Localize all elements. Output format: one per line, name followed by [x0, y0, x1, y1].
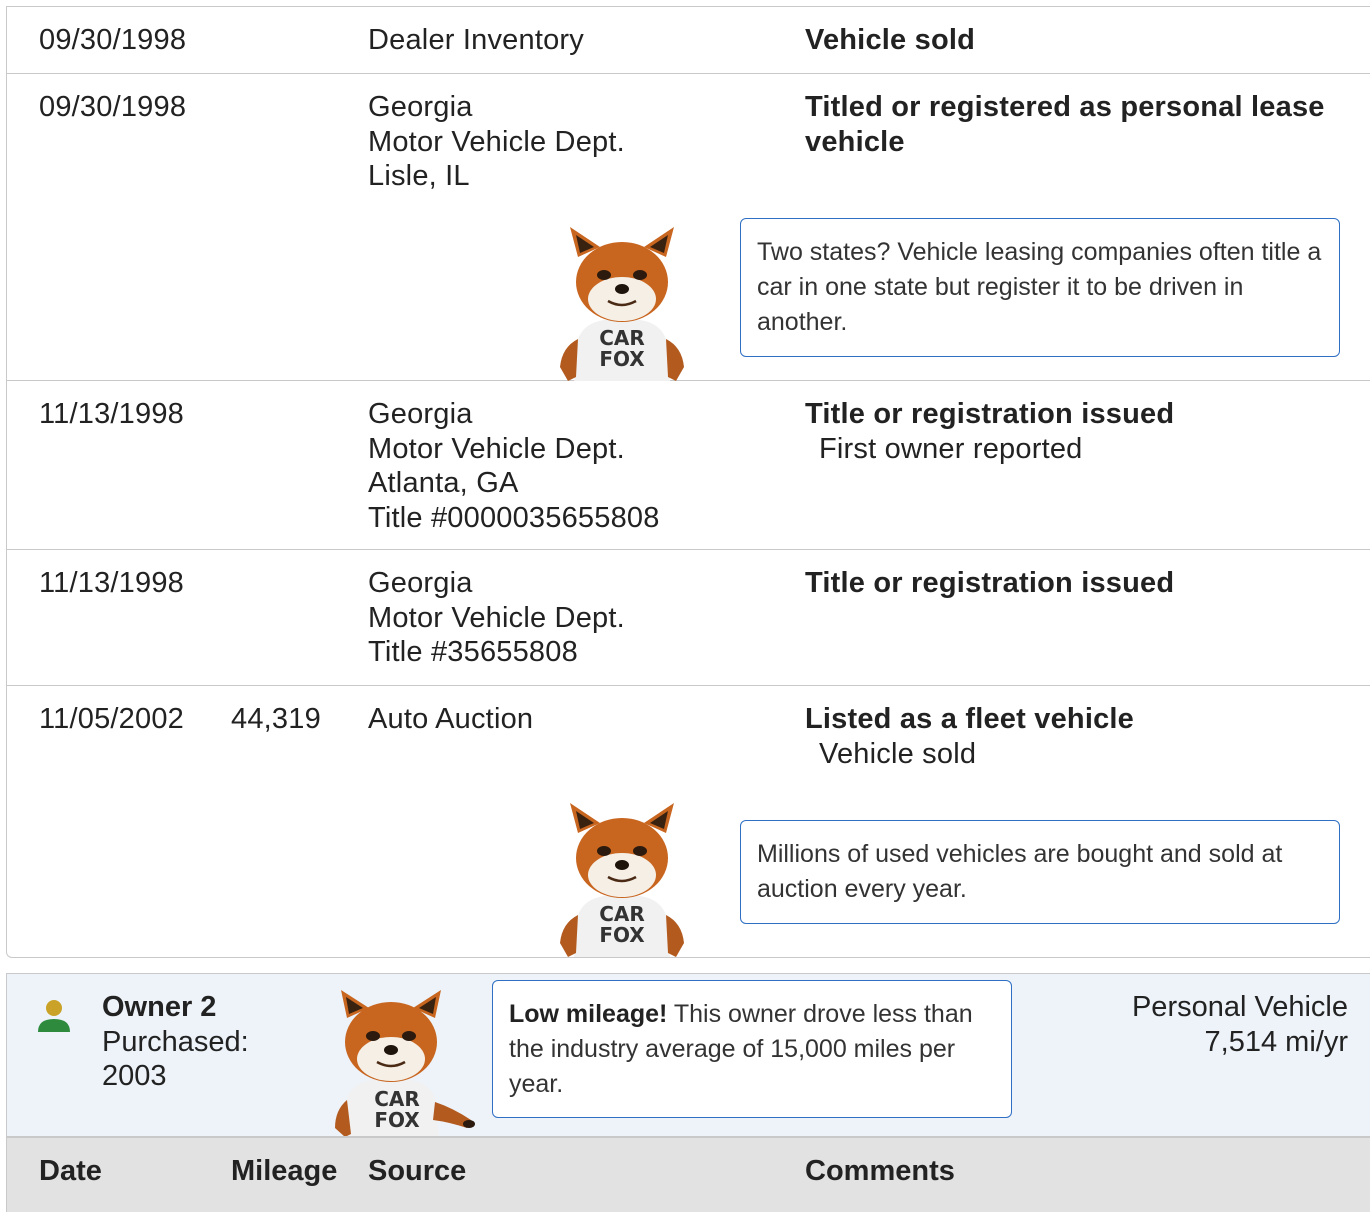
owner-title: Owner 2: [102, 991, 217, 1023]
comment-headline: Title or registration issued: [805, 398, 1175, 430]
col-header-mileage: Mileage: [231, 1155, 338, 1187]
comment-headline: Listed as a fleet vehicle: [805, 703, 1134, 735]
record-date: 09/30/1998: [39, 91, 187, 123]
record-source: Dealer Inventory: [368, 24, 584, 56]
record-source: Georgia Motor Vehicle Dept. Title #35655…: [368, 567, 625, 668]
purchased-label: Purchased:: [102, 1025, 249, 1058]
comment-detail: First owner reported: [819, 432, 1083, 465]
mascot-shirt-line2: FOX: [599, 923, 645, 947]
comment-headline: Title or registration issued: [805, 567, 1175, 599]
history-row: 09/30/1998 Dealer Inventory Vehicle sold: [7, 7, 1370, 74]
record-date: 09/30/1998: [39, 24, 187, 56]
comment-detail: Vehicle sold: [819, 737, 977, 770]
carfox-pointing-mascot-icon: CAR FOX: [335, 990, 475, 1137]
col-header-source: Source: [368, 1155, 467, 1187]
record-source: Georgia Motor Vehicle Dept. Atlanta, GA …: [368, 398, 660, 534]
history-records: 09/30/1998 Dealer Inventory Vehicle sold…: [6, 6, 1370, 958]
history-row: 09/30/1998 Georgia Motor Vehicle Dept. L…: [7, 74, 1370, 381]
lease-info-tip: Two states? Vehicle leasing companies of…: [740, 218, 1340, 357]
history-row: 11/05/2002 44,319 Auto Auction Listed as…: [7, 686, 1370, 958]
record-source: Georgia Motor Vehicle Dept. Lisle, IL: [368, 91, 625, 192]
col-header-date: Date: [39, 1155, 102, 1187]
carfox-mascot-icon: CAR FOX: [560, 803, 684, 957]
history-row: 11/13/1998 Georgia Motor Vehicle Dept. A…: [7, 381, 1370, 550]
record-date: 11/05/2002: [39, 703, 184, 735]
low-mileage-tip: Low mileage! This owner drove less than …: [492, 980, 1012, 1118]
mascot-shirt-line2: FOX: [599, 347, 645, 371]
owner-banner: Owner 2 Purchased: 2003 CAR FOX Low mile…: [6, 973, 1370, 1137]
record-date: 11/13/1998: [39, 567, 184, 599]
record-comments: Titled or registered as personal lease v…: [805, 90, 1345, 159]
carfox-mascot-icon: CAR FOX: [560, 227, 684, 381]
record-comments: Title or registration issued First owner…: [805, 397, 1345, 466]
low-mileage-headline: Low mileage!: [509, 1000, 668, 1028]
record-comments: Title or registration issued: [805, 566, 1345, 601]
record-comments: Vehicle sold: [805, 23, 1345, 58]
owner-summary: Owner 2 Purchased: 2003: [102, 990, 249, 1094]
auction-info-tip: Millions of used vehicles are bought and…: [740, 820, 1340, 924]
history-table-header: Date Mileage Source Comments: [6, 1136, 1370, 1212]
col-header-comments: Comments: [805, 1155, 955, 1187]
record-comments: Listed as a fleet vehicle Vehicle sold: [805, 702, 1345, 771]
record-source: Auto Auction: [368, 703, 534, 735]
vehicle-type: Personal Vehicle: [1131, 991, 1348, 1023]
record-mileage: 44,319: [231, 703, 321, 735]
comment-headline: Titled or registered as personal lease v…: [805, 91, 1325, 158]
owner-vehicle-stats: Personal Vehicle 7,514 mi/yr: [1132, 990, 1348, 1059]
comment-headline: Vehicle sold: [805, 24, 976, 56]
miles-per-year: 7,514 mi/yr: [1204, 1025, 1348, 1058]
history-row: 11/13/1998 Georgia Motor Vehicle Dept. T…: [7, 550, 1370, 686]
purchased-year: 2003: [102, 1060, 167, 1092]
person-icon: [38, 1000, 70, 1032]
record-date: 11/13/1998: [39, 398, 184, 430]
mascot-shirt-line2: FOX: [374, 1108, 420, 1132]
